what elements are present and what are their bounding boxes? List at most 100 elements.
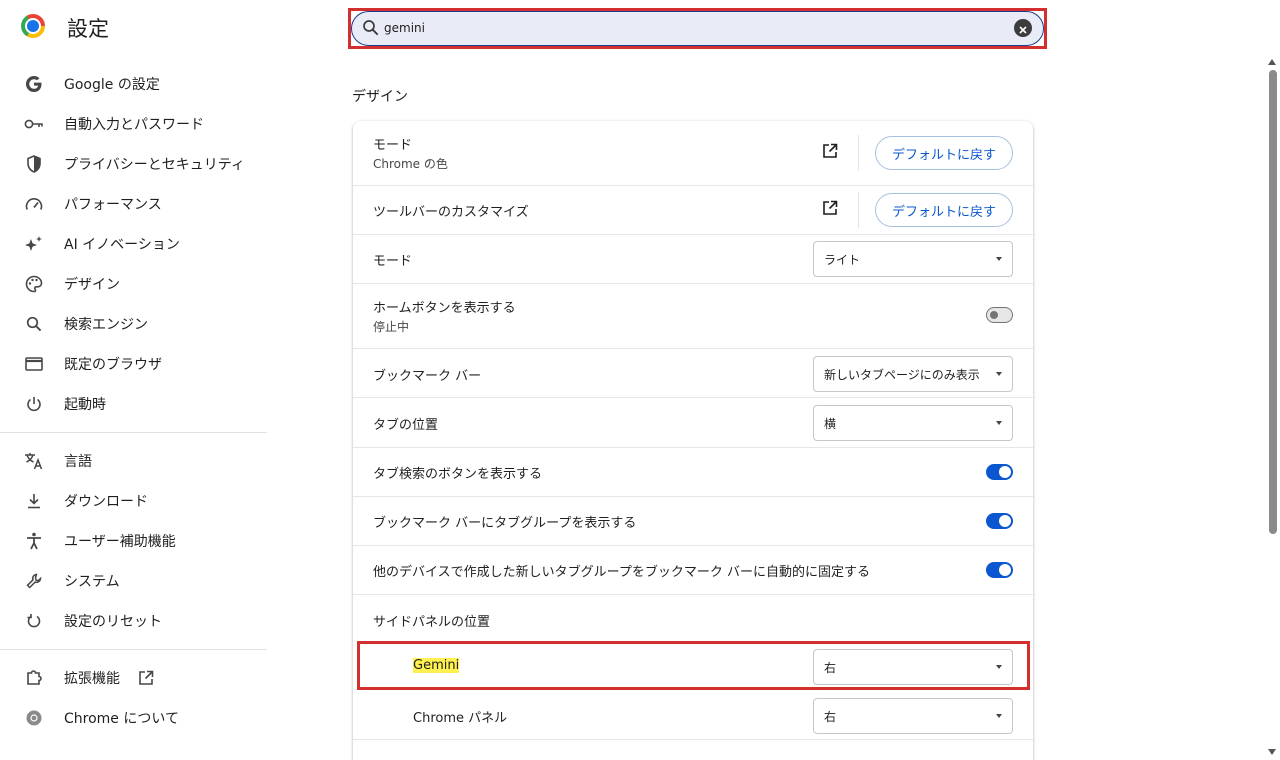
- gemini-highlight-annotation: [357, 641, 1030, 690]
- sidebar-item-label: 自動入力とパスワード: [64, 117, 204, 133]
- section-title: デザイン: [352, 89, 408, 105]
- reset-theme-button[interactable]: デフォルトに戻す: [875, 136, 1013, 170]
- open-toolbar-link[interactable]: [820, 200, 840, 220]
- speedometer-icon: [24, 194, 44, 214]
- row-divider: [353, 283, 1033, 284]
- chrome-panel-position-value: 右: [824, 709, 837, 724]
- sidebar-divider: [0, 432, 267, 433]
- brand: 設定: [21, 14, 109, 41]
- sidebar-item-label: プライバシーとセキュリティ: [64, 157, 245, 173]
- dropdown-caret-icon: [996, 257, 1002, 261]
- bookmark-bar-select[interactable]: 新しいタブページにのみ表示: [813, 356, 1013, 392]
- open-in-new-icon: [136, 668, 156, 688]
- sidebar-item-label: 拡張機能: [64, 671, 120, 687]
- mode-select-label: モード: [373, 254, 413, 269]
- sidebar-item-label: デザイン: [64, 277, 120, 293]
- sidebar-item-label: 検索エンジン: [64, 317, 148, 333]
- tab-search-label: タブ検索のボタンを表示する: [373, 467, 543, 482]
- sidebar-item-reset[interactable]: 設定のリセット: [0, 601, 268, 641]
- palette-icon: [24, 274, 44, 294]
- row-divider: [353, 234, 1033, 235]
- open-in-new-icon: [822, 200, 838, 220]
- chrome-panel-label: Chrome パネル: [413, 711, 508, 726]
- download-icon: [24, 491, 44, 511]
- sidebar-item-label: 設定のリセット: [64, 614, 162, 630]
- sidebar-item-autofill[interactable]: 自動入力とパスワード: [0, 104, 268, 144]
- row-divider: [353, 545, 1033, 546]
- sidebar-divider: [0, 649, 267, 650]
- open-in-new-icon: [822, 143, 838, 163]
- sidebar-item-ai-innovation[interactable]: AI イノベーション: [0, 224, 268, 264]
- chrome-panel-position-select[interactable]: 右: [813, 698, 1013, 734]
- wrench-icon: [24, 571, 44, 591]
- mode-theme-sublabel: Chrome の色: [373, 157, 448, 171]
- sidebar-item-system[interactable]: システム: [0, 561, 268, 601]
- clear-search-button[interactable]: [1014, 19, 1032, 37]
- sidebar-item-performance[interactable]: パフォーマンス: [0, 184, 268, 224]
- google-icon: [24, 74, 44, 94]
- sidebar-item-languages[interactable]: 言語: [0, 441, 268, 481]
- scroll-up-arrow-icon[interactable]: [1268, 59, 1276, 65]
- browser-window-icon: [24, 354, 44, 374]
- vertical-divider: [858, 135, 859, 171]
- shield-icon: [24, 154, 44, 174]
- mode-select[interactable]: ライト: [813, 241, 1013, 277]
- bookmark-bar-label: ブックマーク バー: [373, 369, 482, 384]
- scroll-down-arrow-icon[interactable]: [1268, 749, 1276, 755]
- tab-groups-label: ブックマーク バーにタブグループを表示する: [373, 516, 637, 531]
- row-divider: [353, 594, 1033, 595]
- sidebar-item-downloads[interactable]: ダウンロード: [0, 481, 268, 521]
- puzzle-icon: [24, 668, 44, 688]
- sidebar-item-search-engine[interactable]: 検索エンジン: [0, 304, 268, 344]
- scrollbar-thumb[interactable]: [1269, 70, 1277, 534]
- home-button-label: ホームボタンを表示する: [373, 301, 516, 316]
- close-icon: [1019, 19, 1027, 38]
- row-divider: [353, 496, 1033, 497]
- open-theme-link[interactable]: [820, 143, 840, 163]
- sidebar-item-startup[interactable]: 起動時: [0, 384, 268, 424]
- sidebar-item-about[interactable]: Chrome について: [0, 698, 268, 738]
- home-button-sublabel: 停止中: [373, 320, 410, 334]
- auto-pin-toggle[interactable]: [986, 562, 1013, 578]
- tab-groups-toggle[interactable]: [986, 513, 1013, 529]
- home-button-toggle[interactable]: [986, 307, 1013, 323]
- sidebar-item-label: Chrome について: [64, 711, 179, 727]
- key-icon: [24, 114, 44, 134]
- row-divider: [353, 185, 1033, 186]
- auto-pin-label: 他のデバイスで作成した新しいタブグループをブックマーク バーに自動的に固定する: [373, 565, 870, 580]
- chrome-icon: [24, 708, 44, 728]
- search-input[interactable]: [384, 18, 984, 38]
- sidebar-item-google[interactable]: Google の設定: [0, 64, 268, 104]
- sidebar-item-label: ダウンロード: [64, 494, 148, 510]
- sidebar-item-label: 言語: [64, 454, 92, 470]
- translate-icon: [24, 451, 44, 471]
- tab-position-label: タブの位置: [373, 418, 439, 433]
- chrome-logo-icon: [21, 14, 45, 38]
- tab-position-select[interactable]: 横: [813, 405, 1013, 441]
- dropdown-caret-icon: [996, 714, 1002, 718]
- sidebar-item-label: 起動時: [64, 397, 106, 413]
- power-icon: [24, 394, 44, 414]
- tab-position-select-value: 横: [824, 416, 837, 431]
- toolbar-customize-label: ツールバーのカスタマイズ: [373, 205, 529, 220]
- accessibility-icon: [24, 531, 44, 551]
- bookmark-bar-select-value: 新しいタブページにのみ表示: [824, 367, 980, 382]
- sidebar-item-label: AI イノベーション: [64, 237, 180, 253]
- sidebar-item-extensions[interactable]: 拡張機能: [0, 658, 268, 698]
- sidebar-item-default-browser[interactable]: 既定のブラウザ: [0, 344, 268, 384]
- mode-select-value: ライト: [824, 252, 861, 267]
- tab-search-toggle[interactable]: [986, 464, 1013, 480]
- sidebar-item-accessibility[interactable]: ユーザー補助機能: [0, 521, 268, 561]
- row-divider: [353, 447, 1033, 448]
- sparkle-icon: [24, 234, 44, 254]
- sidebar-item-design[interactable]: デザイン: [0, 264, 268, 304]
- dropdown-caret-icon: [996, 372, 1002, 376]
- side-panel-position-label: サイドパネルの位置: [373, 615, 491, 630]
- row-divider: [353, 739, 1033, 740]
- search-icon: [24, 314, 44, 334]
- dropdown-caret-icon: [996, 421, 1002, 425]
- reset-toolbar-button[interactable]: デフォルトに戻す: [875, 193, 1013, 227]
- sidebar-item-privacy[interactable]: プライバシーとセキュリティ: [0, 144, 268, 184]
- search-icon: [362, 19, 380, 37]
- page-title: 設定: [67, 17, 109, 41]
